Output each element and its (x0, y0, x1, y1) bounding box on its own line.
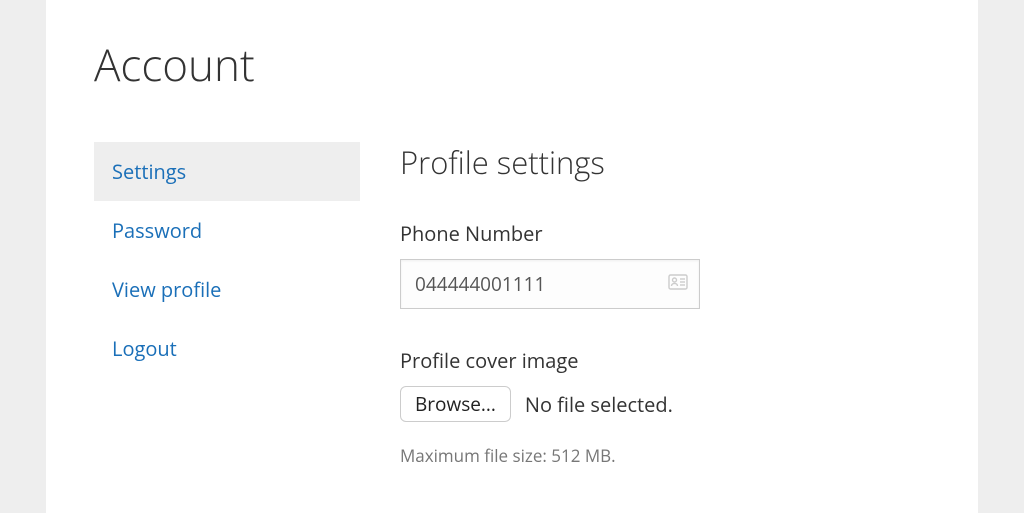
sidebar-item-label: Settings (112, 158, 186, 185)
phone-label: Phone Number (400, 220, 930, 247)
file-status-text: No file selected. (525, 391, 673, 418)
cover-image-file-row: Browse... No file selected. (400, 386, 930, 422)
sidebar-item-settings[interactable]: Settings (94, 142, 360, 201)
browse-button[interactable]: Browse... (400, 386, 511, 422)
sidebar-item-logout[interactable]: Logout (94, 319, 360, 378)
sidebar-item-view-profile[interactable]: View profile (94, 260, 360, 319)
sidebar-item-label: Logout (112, 335, 177, 362)
email-label: Email * (400, 509, 930, 513)
cover-image-label: Profile cover image (400, 347, 930, 374)
account-sidebar: Settings Password View profile Logout (94, 142, 360, 378)
phone-input-wrap (400, 259, 700, 309)
sidebar-item-label: Password (112, 217, 202, 244)
required-indicator: * (456, 509, 467, 513)
layout-columns: Settings Password View profile Logout Pr… (94, 142, 930, 513)
phone-input[interactable] (400, 259, 700, 309)
account-page: Account Settings Password View profile L… (46, 0, 978, 513)
sidebar-item-password[interactable]: Password (94, 201, 360, 260)
page-title: Account (94, 34, 930, 94)
file-help-text: Maximum file size: 512 MB. (400, 444, 930, 467)
sidebar-item-label: View profile (112, 276, 221, 303)
profile-settings-panel: Profile settings Phone Number Profile co… (400, 142, 930, 513)
section-title: Profile settings (400, 142, 930, 184)
email-label-text: Email (400, 509, 451, 513)
